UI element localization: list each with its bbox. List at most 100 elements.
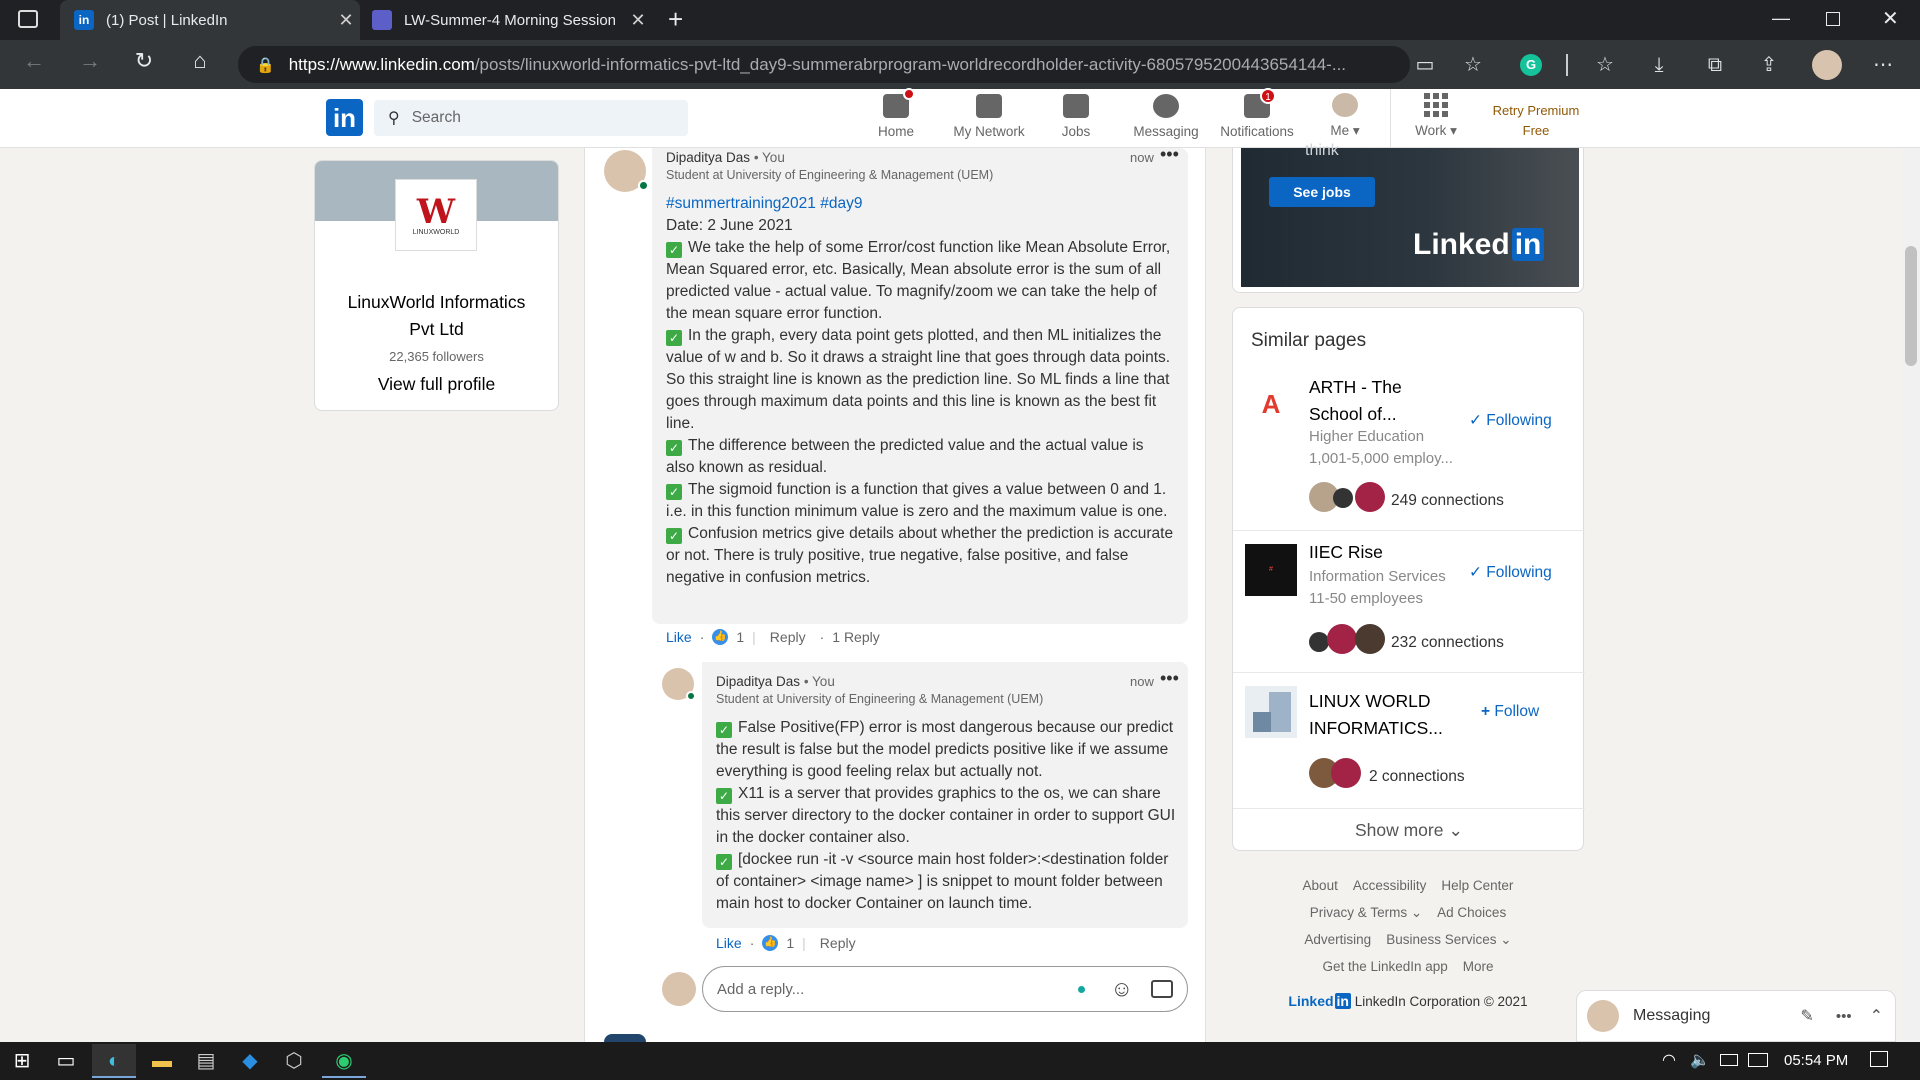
premium-link[interactable]: Retry Premium Free <box>1486 101 1586 141</box>
minimize-icon[interactable]: — <box>1772 8 1790 29</box>
reply-body: ✓ False Positive(FP) error is most danger… <box>716 717 1176 915</box>
show-more-button[interactable]: Show more ⌄ <box>1233 820 1585 841</box>
virtualbox-icon[interactable]: ⬡ <box>272 1044 316 1078</box>
search-input[interactable]: Search <box>412 109 461 127</box>
following-button[interactable]: ✓ Following <box>1469 563 1552 582</box>
windows-start-icon[interactable]: ⊞ <box>0 1044 44 1078</box>
compose-icon[interactable]: ✎ <box>1800 1006 1813 1026</box>
keyboard-icon[interactable] <box>1748 1053 1768 1067</box>
emoji-icon[interactable]: ☺ <box>1111 976 1133 1002</box>
like-count[interactable]: 1 <box>786 935 794 951</box>
my-avatar[interactable] <box>662 972 696 1006</box>
wifi-icon[interactable]: ◠ <box>1662 1050 1676 1070</box>
footer-link[interactable]: Get the LinkedIn app <box>1322 959 1447 974</box>
messaging-widget[interactable]: Messaging ✎ ••• ⌃ <box>1576 990 1896 1042</box>
tab-actions-icon[interactable] <box>18 10 38 28</box>
ad-image[interactable]: think See jobs Linked in <box>1241 142 1579 287</box>
more-options-icon[interactable]: ••• <box>1160 668 1179 689</box>
chevron-up-icon[interactable]: ⌃ <box>1870 1006 1883 1026</box>
footer-link[interactable]: More <box>1463 959 1494 974</box>
scrollbar-thumb[interactable] <box>1905 246 1917 366</box>
whatsapp-icon[interactable]: ◉ <box>322 1044 366 1078</box>
refresh-icon[interactable]: ↻ <box>124 48 164 74</box>
linkedin-logo[interactable]: in <box>326 99 363 136</box>
notification-center-icon[interactable] <box>1870 1051 1888 1067</box>
nav-work[interactable]: Work ▾ <box>1408 89 1464 148</box>
clock[interactable]: 05:54 PM <box>1784 1052 1848 1069</box>
image-icon[interactable] <box>1151 980 1173 998</box>
connections-count[interactable]: 249 connections <box>1391 492 1504 510</box>
collections-icon[interactable]: ⧉ <box>1700 50 1730 80</box>
nav-jobs[interactable]: Jobs <box>1052 89 1100 148</box>
add-favorite-icon[interactable]: ☆ <box>1458 50 1488 80</box>
like-count[interactable]: 1 <box>736 629 744 645</box>
reply-input[interactable]: Add a reply... ☺ <box>702 966 1188 1012</box>
close-tab-icon[interactable]: ✕ <box>624 10 652 31</box>
search-field[interactable]: ⚲ Search <box>374 100 688 136</box>
grammarly-icon[interactable]: G <box>1520 54 1542 76</box>
follow-button[interactable]: + Follow <box>1481 703 1539 721</box>
profile-avatar[interactable] <box>1812 50 1842 80</box>
comment-author-line[interactable]: Dipaditya Das • You <box>666 150 785 165</box>
more-icon[interactable]: ••• <box>1836 1008 1852 1025</box>
reply-button[interactable]: Reply <box>770 629 806 645</box>
like-button[interactable]: Like <box>716 935 742 951</box>
see-jobs-button[interactable]: See jobs <box>1269 177 1375 207</box>
new-tab-icon[interactable]: + <box>668 4 683 35</box>
nav-label: Work ▾ <box>1415 123 1457 138</box>
file-explorer-icon[interactable]: ▬ <box>140 1044 184 1078</box>
footer-link[interactable]: Advertising <box>1304 932 1371 947</box>
linuxworld-logo[interactable] <box>1245 686 1297 738</box>
edge-icon[interactable]: ◐ <box>92 1044 136 1078</box>
nav-my-network[interactable]: My Network <box>944 89 1034 148</box>
view-profile-link[interactable]: View full profile <box>315 374 558 395</box>
terminal-icon[interactable]: ▤ <box>184 1044 228 1078</box>
replies-count[interactable]: 1 Reply <box>832 629 879 645</box>
vscode-icon[interactable]: ◆ <box>228 1044 272 1078</box>
iiec-logo[interactable]: # <box>1245 544 1297 596</box>
volume-icon[interactable]: 🔈 <box>1690 1050 1710 1070</box>
footer-link[interactable]: Accessibility <box>1353 878 1427 893</box>
address-bar[interactable]: 🔒 https://www.linkedin.com/posts/linuxwo… <box>238 46 1410 83</box>
footer-link[interactable]: Privacy & Terms <box>1310 905 1407 920</box>
page-name[interactable]: LINUX WORLD INFORMATICS... <box>1309 688 1443 742</box>
footer-link[interactable]: About <box>1303 878 1338 893</box>
home-icon[interactable]: ⌂ <box>180 48 220 74</box>
downloads-icon[interactable]: ⤓ <box>1644 50 1674 80</box>
nav-messaging[interactable]: Messaging <box>1126 89 1206 148</box>
company-logo[interactable]: W LINUXWORLD <box>395 179 477 251</box>
footer-link[interactable]: Business Services <box>1386 932 1496 947</box>
footer-link[interactable]: Ad Choices <box>1437 905 1506 920</box>
forward-icon[interactable]: → <box>70 48 110 74</box>
favorites-icon[interactable]: ☆ <box>1590 50 1620 80</box>
company-name[interactable]: LinuxWorld Informatics Pvt Ltd <box>315 289 558 343</box>
more-icon[interactable]: ⋯ <box>1868 50 1898 80</box>
reply-author-line[interactable]: Dipaditya Das • You <box>716 674 835 689</box>
reply-button[interactable]: Reply <box>820 935 856 951</box>
tab-linkedin[interactable]: in (1) Post | LinkedIn ✕ <box>60 0 360 40</box>
connections-count[interactable]: 232 connections <box>1391 634 1504 652</box>
like-button[interactable]: Like <box>666 629 692 645</box>
tab-teams[interactable]: LW-Summer-4 Morning Session ✕ <box>372 0 652 40</box>
connections-count[interactable]: 2 connections <box>1369 768 1465 786</box>
close-window-icon[interactable]: ✕ <box>1882 6 1899 31</box>
online-dot <box>686 691 696 701</box>
following-button[interactable]: ✓ Following <box>1469 411 1552 430</box>
back-icon[interactable]: ← <box>14 48 54 74</box>
nav-me[interactable]: Me ▾ <box>1322 89 1368 148</box>
close-tab-icon[interactable]: ✕ <box>332 10 360 31</box>
nav-home[interactable]: Home <box>872 88 920 148</box>
scrollbar-track[interactable] <box>1902 148 1920 1042</box>
battery-icon[interactable] <box>1720 1054 1738 1066</box>
footer-link[interactable]: Help Center <box>1441 878 1513 893</box>
more-options-icon[interactable]: ••• <box>1160 144 1179 165</box>
maximize-icon[interactable] <box>1826 12 1840 26</box>
nav-notifications[interactable]: 1 Notifications <box>1214 88 1300 148</box>
reader-icon[interactable]: ▭ <box>1410 50 1440 80</box>
page-name[interactable]: IIEC Rise <box>1309 542 1383 563</box>
page-name[interactable]: ARTH - The School of... <box>1309 374 1402 428</box>
share-icon[interactable]: ⇪ <box>1754 50 1784 80</box>
task-view-icon[interactable]: ▭ <box>44 1044 88 1078</box>
hashtags[interactable]: #summertraining2021 #day9 <box>666 193 1176 215</box>
arth-logo[interactable]: A <box>1245 378 1297 430</box>
